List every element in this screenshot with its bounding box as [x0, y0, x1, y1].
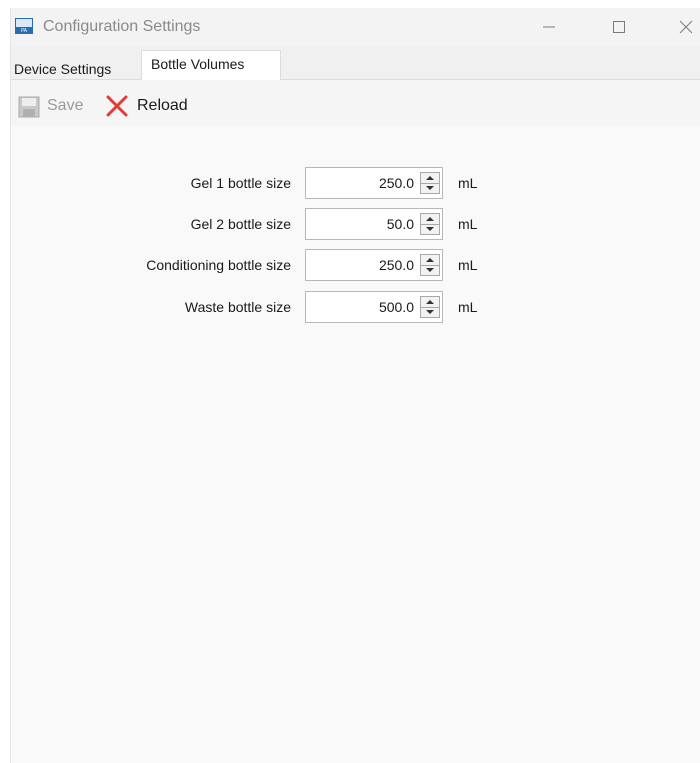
spin-value: 250.0 — [378, 175, 414, 191]
tab-bottle-volumes[interactable]: Bottle Volumes — [141, 50, 281, 80]
tab-label: Device Settings — [14, 61, 112, 77]
maximize-icon[interactable] — [608, 16, 630, 38]
conditioning-bottle-size-input[interactable]: 250.0 — [305, 249, 443, 281]
gel1-bottle-size-label: Gel 1 bottle size — [190, 175, 291, 191]
waste-bottle-size-input[interactable]: 500.0 — [305, 291, 443, 323]
tab-label: Bottle Volumes — [151, 56, 245, 72]
conditioning-bottle-size-label: Conditioning bottle size — [146, 257, 291, 273]
unit-label: mL — [458, 299, 478, 315]
save-icon[interactable] — [17, 95, 41, 119]
spin-buttons[interactable] — [420, 213, 440, 235]
spin-value: 250.0 — [378, 257, 414, 273]
minimize-icon[interactable] — [538, 16, 560, 38]
unit-label: mL — [458, 175, 478, 191]
spin-buttons[interactable] — [420, 254, 440, 276]
spin-buttons[interactable] — [420, 296, 440, 318]
configuration-settings-window: PA Configuration Settings Device Setting… — [10, 8, 700, 763]
reload-button[interactable]: Reload — [137, 96, 188, 116]
app-icon-text: PA — [21, 28, 28, 34]
spin-buttons[interactable] — [420, 172, 440, 194]
spin-down-icon[interactable] — [421, 307, 439, 317]
spin-down-icon[interactable] — [421, 224, 439, 234]
gel2-bottle-size-input[interactable]: 50.0 — [305, 208, 443, 240]
close-icon[interactable] — [675, 16, 697, 38]
unit-label: mL — [458, 216, 478, 232]
save-button[interactable]: Save — [47, 96, 83, 116]
spin-down-icon[interactable] — [421, 265, 439, 275]
spin-down-icon[interactable] — [421, 183, 439, 193]
waste-bottle-size-label: Waste bottle size — [184, 299, 291, 315]
app-icon: PA — [15, 18, 33, 34]
window-title: Configuration Settings — [43, 18, 201, 35]
tab-device-settings[interactable]: Device Settings — [11, 56, 141, 83]
gel1-bottle-size-input[interactable]: 250.0 — [305, 167, 443, 199]
title-bar[interactable]: PA Configuration Settings — [11, 8, 700, 46]
spin-value: 500.0 — [378, 299, 414, 315]
spin-value: 50.0 — [386, 216, 414, 232]
reload-x-icon[interactable] — [105, 94, 129, 118]
gel2-bottle-size-label: Gel 2 bottle size — [190, 216, 291, 232]
unit-label: mL — [458, 257, 478, 273]
